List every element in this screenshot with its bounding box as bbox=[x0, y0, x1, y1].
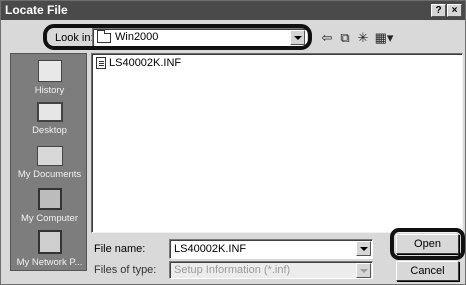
place-label: My Network P... bbox=[16, 257, 83, 268]
desktop-icon bbox=[36, 102, 63, 122]
list-item[interactable]: LS40002K.INF bbox=[96, 57, 182, 70]
place-desktop[interactable]: Desktop bbox=[11, 102, 88, 136]
places-bar: History Desktop My Documents My Computer… bbox=[10, 53, 87, 271]
place-my-network[interactable]: My Network P... bbox=[11, 230, 88, 268]
place-label: Desktop bbox=[32, 125, 67, 136]
file-list[interactable]: LS40002K.INF bbox=[91, 53, 463, 233]
place-my-documents[interactable]: My Documents bbox=[11, 146, 88, 180]
files-of-type-label: Files of type: bbox=[94, 264, 157, 276]
network-places-icon bbox=[37, 230, 62, 254]
title-bar[interactable]: Locate File ? × bbox=[1, 1, 465, 20]
window-title: Locate File bbox=[5, 3, 68, 17]
look-in-highlight bbox=[43, 24, 312, 50]
file-name-field[interactable]: LS40002K.INF bbox=[169, 239, 373, 259]
place-label: My Computer bbox=[20, 213, 78, 224]
history-icon bbox=[37, 60, 62, 82]
file-name-label: File name: bbox=[94, 243, 146, 255]
close-button[interactable]: × bbox=[447, 4, 462, 17]
new-folder-icon[interactable]: ✳ bbox=[355, 30, 371, 45]
up-folder-icon[interactable]: ⧉ bbox=[337, 30, 353, 45]
back-arrow-icon[interactable]: ⇦ bbox=[319, 30, 335, 45]
files-of-type-value: Setup Information (*.inf) bbox=[174, 264, 291, 276]
open-highlight bbox=[390, 228, 465, 260]
place-label: History bbox=[34, 85, 65, 96]
file-name-value: LS40002K.INF bbox=[174, 243, 247, 255]
inf-file-icon bbox=[96, 57, 106, 70]
my-documents-icon bbox=[36, 146, 63, 166]
place-my-computer[interactable]: My Computer bbox=[11, 188, 88, 224]
chevron-down-icon bbox=[356, 263, 371, 278]
place-label: My Documents bbox=[17, 169, 82, 180]
cancel-button[interactable]: Cancel bbox=[396, 261, 459, 281]
chevron-down-icon[interactable] bbox=[356, 241, 371, 256]
help-button[interactable]: ? bbox=[431, 4, 446, 17]
view-menu-icon[interactable]: ▦▾ bbox=[373, 30, 395, 45]
file-name: LS40002K.INF bbox=[109, 57, 182, 70]
files-of-type-dropdown: Setup Information (*.inf) bbox=[169, 261, 373, 279]
place-history[interactable]: History bbox=[11, 60, 88, 96]
my-computer-icon bbox=[37, 188, 62, 210]
locate-file-dialog: Locate File ? × Look in: Win2000 ⇦ ⧉ ✳ ▦… bbox=[0, 0, 466, 285]
